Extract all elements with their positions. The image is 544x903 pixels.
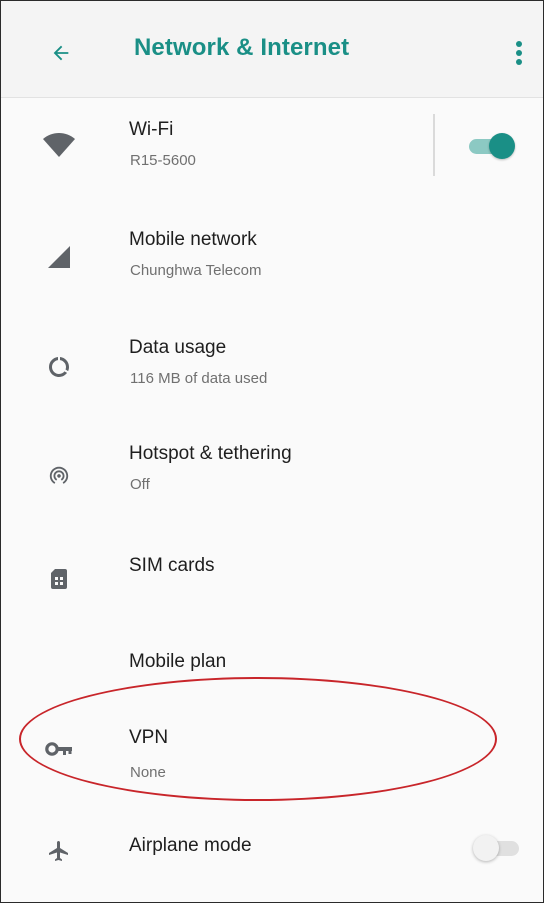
wifi-toggle[interactable] [463, 131, 515, 161]
overflow-menu-button[interactable] [499, 33, 539, 73]
settings-item-wifi[interactable]: Wi-Fi R15-5600 [1, 101, 543, 189]
vpn-key-icon [41, 731, 77, 767]
more-vert-icon [516, 41, 522, 65]
settings-screen: Network & Internet Wi-Fi R15-5600 Mobile… [0, 0, 544, 903]
wifi-title: Wi-Fi [129, 119, 174, 140]
airplane-toggle-thumb [473, 835, 499, 861]
app-bar-divider [1, 97, 543, 98]
wifi-subtitle: R15-5600 [130, 152, 196, 169]
hotspot-subtitle: Off [130, 476, 150, 493]
page-title: Network & Internet [134, 34, 350, 61]
data-usage-icon [41, 349, 77, 385]
settings-item-sim-cards[interactable]: SIM cards [1, 537, 543, 621]
data-usage-subtitle: 116 MB of data used [130, 370, 268, 387]
settings-item-vpn[interactable]: VPN None [1, 701, 543, 793]
hotspot-icon [41, 457, 77, 493]
settings-item-airplane-mode[interactable]: Airplane mode [1, 811, 543, 891]
settings-item-hotspot[interactable]: Hotspot & tethering Off [1, 429, 543, 521]
airplane-mode-title: Airplane mode [129, 835, 252, 856]
sim-cards-title: SIM cards [129, 555, 215, 576]
mobile-network-subtitle: Chunghwa Telecom [130, 262, 262, 279]
arrow-back-icon [53, 45, 69, 61]
app-bar: Network & Internet [1, 1, 543, 97]
mobile-network-title: Mobile network [129, 229, 257, 250]
settings-item-data-usage[interactable]: Data usage 116 MB of data used [1, 319, 543, 411]
wifi-toggle-thumb [489, 133, 515, 159]
airplane-icon [41, 833, 77, 869]
hotspot-title: Hotspot & tethering [129, 443, 292, 464]
settings-item-mobile-network[interactable]: Mobile network Chunghwa Telecom [1, 209, 543, 301]
wifi-icon [41, 127, 77, 163]
data-usage-title: Data usage [129, 337, 227, 358]
settings-item-mobile-plan[interactable]: Mobile plan [1, 631, 543, 691]
cell-signal-icon [41, 239, 77, 275]
mobile-plan-title: Mobile plan [129, 651, 227, 672]
vpn-subtitle: None [130, 764, 166, 781]
airplane-mode-toggle[interactable] [471, 833, 523, 863]
wifi-toggle-separator [433, 114, 435, 176]
sim-card-icon [41, 561, 77, 597]
vpn-title: VPN [129, 727, 169, 748]
back-button[interactable] [41, 33, 81, 73]
